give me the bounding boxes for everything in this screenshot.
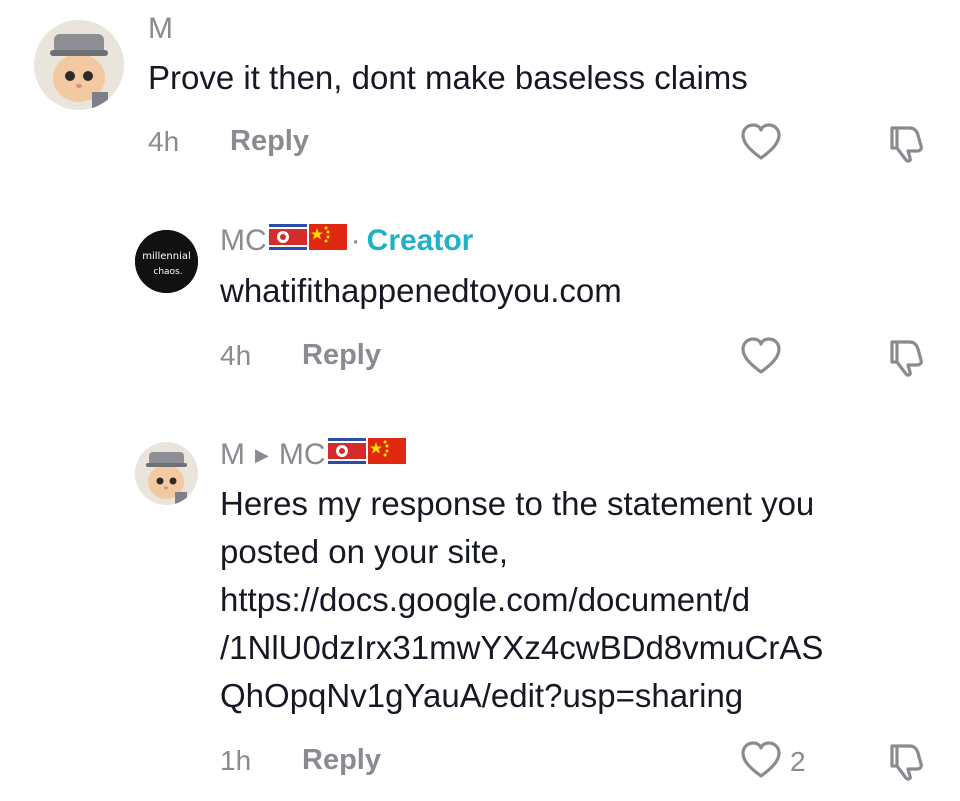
north-korea-flag-icon: [268, 224, 307, 258]
like-button[interactable]: [740, 336, 782, 381]
creator-badge: Creator: [366, 224, 474, 257]
comment-link-line[interactable]: https://docs.google.com/document/d: [220, 576, 823, 624]
comment-time: 4h: [148, 126, 180, 157]
comment-text: Prove it then, dont make baseless claims: [148, 59, 748, 96]
like-count: 2: [790, 746, 806, 777]
china-flag-icon: [367, 438, 406, 472]
comment-username[interactable]: M: [148, 12, 173, 46]
comment-username[interactable]: M ▶ MC: [220, 438, 406, 472]
username-text[interactable]: MC: [220, 224, 267, 258]
avatar[interactable]: millennial chaos.: [135, 230, 198, 293]
reply-button[interactable]: Reply: [230, 125, 309, 158]
comment-username[interactable]: MC · Creator: [220, 224, 473, 258]
china-flag-icon: [308, 224, 347, 258]
username-text[interactable]: M: [220, 438, 245, 472]
like-button[interactable]: [740, 122, 782, 167]
comment-3: M ▶ MC Heres my response to the statemen…: [0, 420, 960, 801]
avatar[interactable]: [34, 20, 124, 110]
north-korea-flag-icon: [327, 438, 366, 472]
comment-text-line: Heres my response to the statement you: [220, 485, 815, 522]
avatar-logo-line2: chaos.: [153, 267, 182, 277]
avatar[interactable]: [135, 442, 198, 505]
separator-dot: ·: [350, 224, 361, 257]
heart-outline-icon: [741, 741, 781, 778]
triangle-right-icon: ▶: [255, 444, 269, 465]
comment-time: 1h: [220, 745, 252, 776]
username-text[interactable]: M: [148, 12, 173, 46]
reply-to-username[interactable]: MC: [279, 438, 326, 472]
dislike-button[interactable]: [884, 336, 926, 383]
avatar-logo-line1: millennial: [142, 251, 191, 262]
comment-text: Heres my response to the statement you p…: [220, 480, 823, 720]
dislike-button[interactable]: [884, 122, 926, 169]
thumbs-down-outline-icon: [890, 744, 923, 781]
cat-avatar-icon: [135, 442, 198, 505]
heart-outline-icon: [741, 337, 781, 374]
comment-text-line: posted on your site,: [220, 533, 509, 570]
dislike-button[interactable]: [884, 740, 926, 787]
thumbs-down-outline-icon: [890, 340, 923, 377]
reply-button[interactable]: Reply: [302, 339, 381, 372]
comment-text[interactable]: whatifithappenedtoyou.com: [220, 267, 622, 315]
thumbs-down-outline-icon: [890, 126, 923, 163]
comment-1: M Prove it then, dont make baseless clai…: [0, 0, 960, 190]
comment-time: 4h: [220, 340, 252, 371]
heart-outline-icon: [741, 123, 781, 160]
like-button[interactable]: [740, 740, 782, 785]
reply-button[interactable]: Reply: [302, 744, 381, 777]
comment-link-line[interactable]: QhOpqNv1gYauA/edit?usp=sharing: [220, 672, 823, 720]
comment-2: millennial chaos. MC · Creator whatifith…: [0, 210, 960, 400]
millennial-chaos-logo-icon: millennial chaos.: [135, 230, 198, 293]
cat-avatar-icon: [34, 20, 124, 110]
comment-link-line[interactable]: /1NlU0dzIrx31mwYXz4cwBDd8vmuCrAS: [220, 624, 823, 672]
